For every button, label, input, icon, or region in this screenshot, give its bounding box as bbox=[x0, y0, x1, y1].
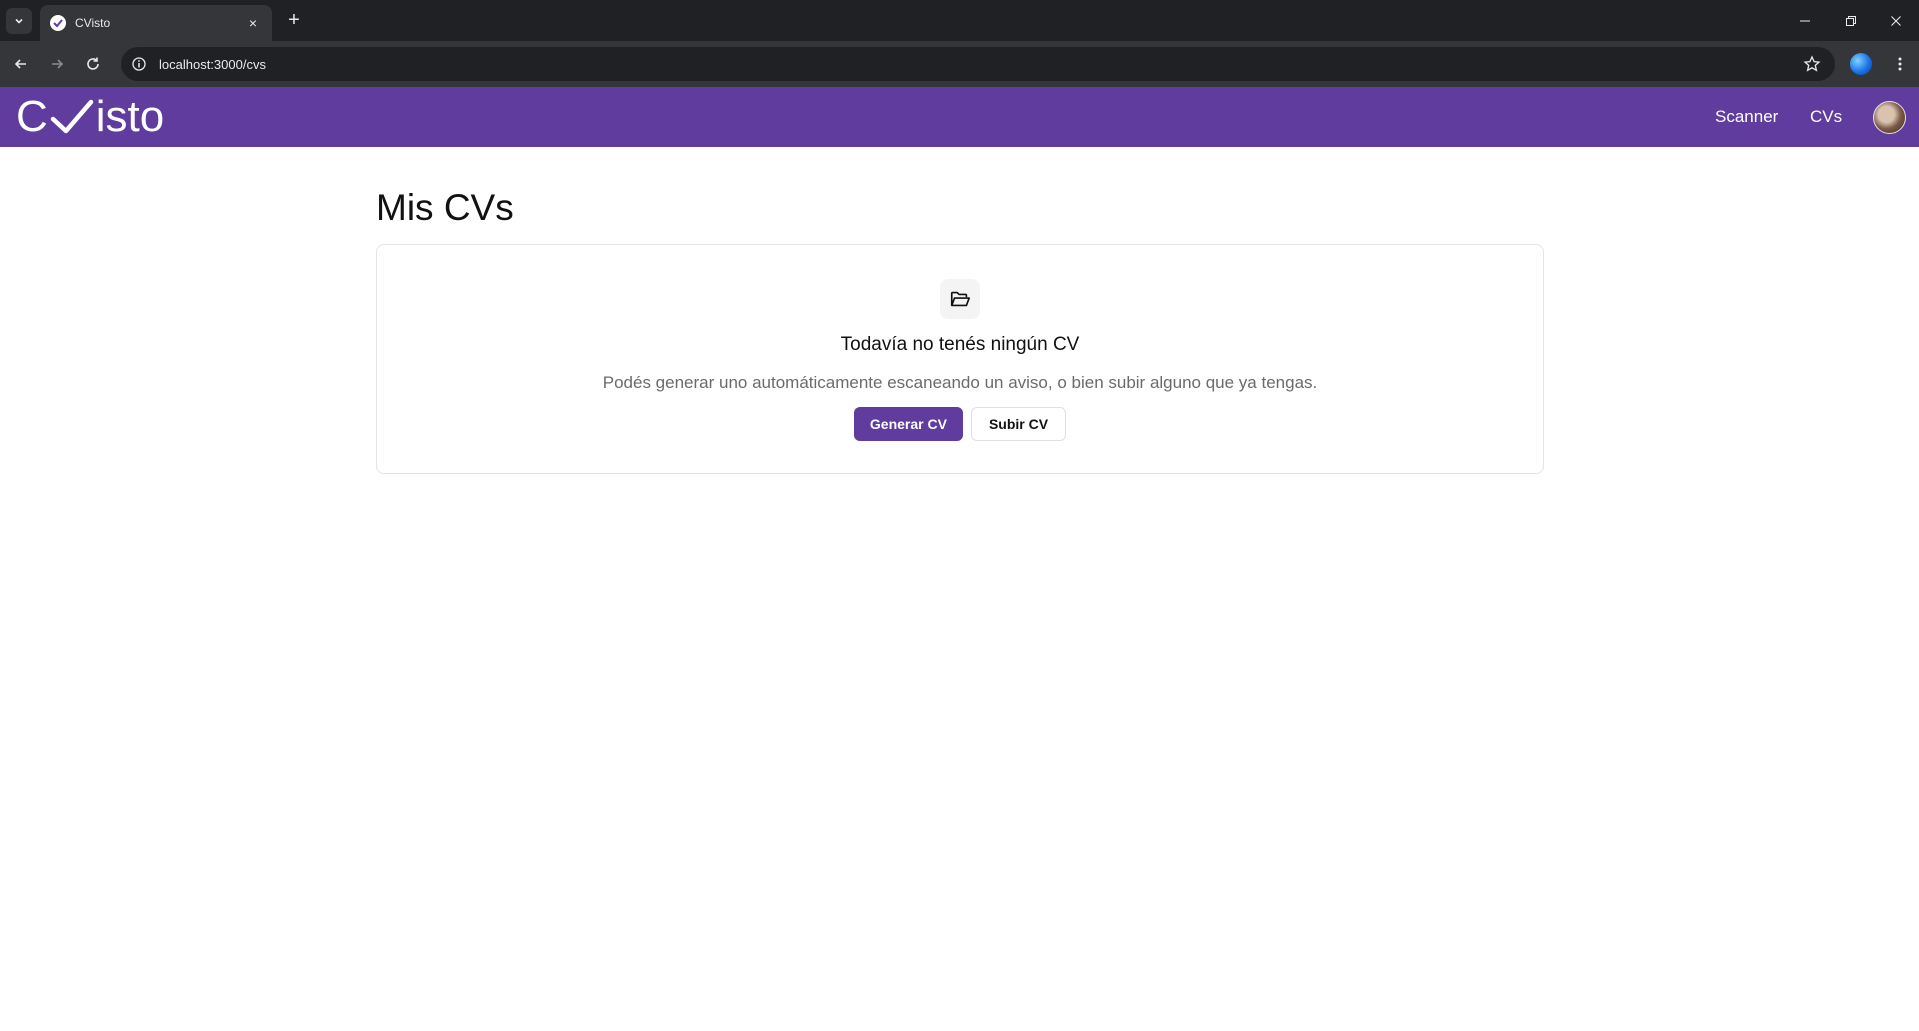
arrow-right-icon bbox=[52, 59, 64, 69]
restore-icon bbox=[1846, 15, 1856, 26]
more-vertical-icon bbox=[1898, 57, 1902, 71]
back-button[interactable] bbox=[9, 52, 33, 76]
nav-link-cvs[interactable]: CVs bbox=[1810, 107, 1842, 127]
generate-cv-button[interactable]: Generar CV bbox=[853, 407, 963, 441]
reload-button[interactable] bbox=[81, 52, 105, 76]
browser-tab-active[interactable]: CVisto × bbox=[40, 5, 272, 41]
tab-search-button[interactable] bbox=[6, 8, 32, 34]
url-text[interactable]: localhost:3000/cvs bbox=[159, 57, 266, 72]
address-bar[interactable]: localhost:3000/cvs bbox=[121, 47, 1835, 81]
user-avatar[interactable] bbox=[1873, 101, 1906, 134]
bookmark-star-icon[interactable] bbox=[1803, 55, 1821, 73]
tab-title: CVisto bbox=[75, 16, 111, 30]
chevron-down-icon bbox=[15, 18, 23, 24]
close-icon bbox=[1891, 15, 1901, 26]
empty-state-description: Podés generar uno automáticamente escane… bbox=[602, 373, 1318, 392]
cvisto-logo[interactable]: C isto bbox=[16, 92, 165, 141]
browser-menu-button[interactable] bbox=[1888, 52, 1912, 76]
arrow-left-icon bbox=[14, 59, 26, 69]
minimize-button[interactable] bbox=[1782, 0, 1828, 41]
cvisto-favicon-icon bbox=[50, 15, 66, 31]
folder-open-icon bbox=[950, 291, 970, 307]
browser-profile-icon[interactable] bbox=[1850, 53, 1872, 75]
folder-icon-container bbox=[940, 279, 980, 319]
empty-state-card: Todavía no tenés ningún CV Podés generar… bbox=[376, 244, 1544, 474]
forward-button[interactable] bbox=[45, 52, 69, 76]
main-content: Mis CVs Todavía no tenés ningún CV Podés… bbox=[376, 147, 1544, 474]
close-tab-icon[interactable]: × bbox=[244, 15, 262, 31]
browser-tab-bar: CVisto × + bbox=[0, 0, 1919, 41]
checkmark-logo-icon bbox=[50, 99, 94, 134]
empty-state-actions: Generar CV Subir CV bbox=[853, 407, 1067, 441]
app-header: C isto Scanner CVs bbox=[0, 87, 1919, 147]
nav-link-scanner[interactable]: Scanner bbox=[1715, 107, 1778, 127]
new-tab-button[interactable]: + bbox=[282, 9, 306, 33]
minimize-icon bbox=[1800, 20, 1810, 21]
upload-cv-button[interactable]: Subir CV bbox=[970, 407, 1067, 441]
empty-state-title: Todavía no tenés ningún CV bbox=[840, 334, 1080, 355]
restore-button[interactable] bbox=[1828, 0, 1874, 41]
browser-toolbar: localhost:3000/cvs bbox=[0, 41, 1919, 87]
logo-text-left: C bbox=[16, 92, 48, 141]
close-window-button[interactable] bbox=[1873, 0, 1919, 41]
site-info-icon[interactable] bbox=[131, 56, 147, 72]
logo-text-right: isto bbox=[95, 92, 165, 141]
page-title: Mis CVs bbox=[376, 187, 514, 228]
reload-icon bbox=[87, 57, 99, 70]
